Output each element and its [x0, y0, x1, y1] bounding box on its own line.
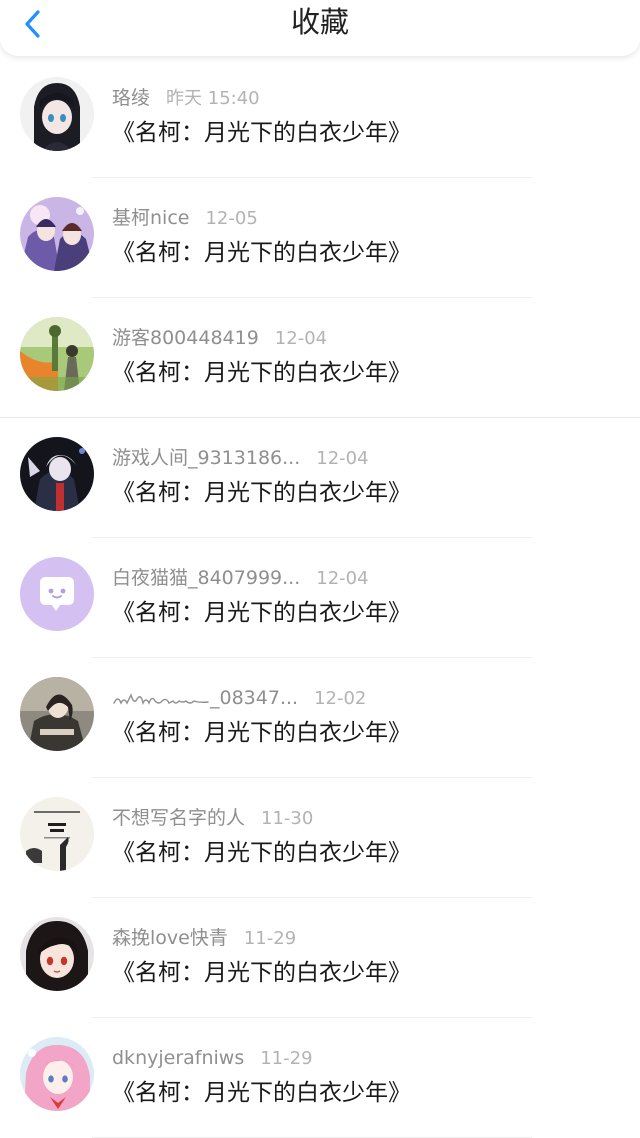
list-item[interactable]: 基柯nice 12-05 《名柯：月光下的白衣少年》 [0, 178, 640, 298]
item-meta: 不想写名字的人 11-30 [112, 805, 313, 831]
username[interactable]: 不想写名字的人 [112, 807, 245, 829]
anime-boy-white-hair-avatar-icon [20, 437, 94, 511]
list-item[interactable]: 游戏人间_9313186... 12-04 《名柯：月光下的白衣少年》 [0, 418, 640, 538]
timestamp: 12-04 [316, 448, 369, 469]
page-title: 收藏 [290, 5, 349, 39]
work-title[interactable]: 《名柯：月光下的白衣少年》 [112, 117, 411, 149]
favorites-list: 珞绫 昨天 15:40 《名柯：月光下的白衣少年》 基柯nice 12-05 《名柯… [0, 58, 640, 1138]
anime-girl-red-eyes-avatar-icon [20, 917, 94, 991]
work-title[interactable]: 《名柯：月光下的白衣少年》 [112, 357, 411, 389]
item-meta: 森挽love快青 11-29 [112, 925, 296, 951]
work-title[interactable]: 《名柯：月光下的白衣少年》 [112, 717, 411, 749]
item-meta: 基柯nice 12-05 [112, 205, 258, 231]
username[interactable]: 森挽love快青 [112, 927, 228, 949]
work-title[interactable]: 《名柯：月光下的白衣少年》 [112, 477, 411, 509]
list-item[interactable]: 珞绫 昨天 15:40 《名柯：月光下的白衣少年》 [0, 58, 640, 178]
username[interactable]: 珞绫 [112, 87, 150, 109]
list-item[interactable]: _08347... 12-02 《名柯：月光下的白衣少年》 [0, 658, 640, 778]
timestamp: 12-04 [274, 328, 328, 349]
signature-name-icon [113, 692, 209, 705]
username[interactable]: 游戏人间_9313186... [112, 447, 300, 469]
top-bar: 收藏 [0, 0, 640, 56]
anime-girl-dark-hair-avatar-icon [20, 77, 94, 151]
list-item[interactable]: 森挽love快青 11-29 《名柯：月光下的白衣少年》 [0, 898, 640, 1018]
item-meta: 游戏人间_9313186... 12-04 [112, 445, 369, 471]
item-meta: 白夜猫猫_8407999... 12-04 [112, 565, 369, 591]
work-title[interactable]: 《名柯：月光下的白衣少年》 [112, 597, 411, 629]
username[interactable]: _08347... [210, 687, 298, 709]
username[interactable]: 游客800448419 [112, 327, 259, 349]
item-meta: dknyjerafniws 11-29 [112, 1045, 313, 1071]
avatar[interactable] [20, 197, 94, 271]
anime-pink-hair-girl-avatar-icon [20, 1037, 94, 1111]
avatar[interactable] [20, 677, 94, 751]
item-meta: 游客800448419 12-04 [112, 325, 327, 351]
timestamp: 昨天 15:40 [166, 88, 260, 109]
work-title[interactable]: 《名柯：月光下的白衣少年》 [112, 1077, 411, 1109]
list-item[interactable]: 游客800448419 12-04 《名柯：月光下的白衣少年》 [0, 298, 640, 418]
avatar[interactable] [20, 437, 94, 511]
timestamp: 11-30 [261, 808, 314, 829]
username[interactable]: 基柯nice [112, 207, 189, 229]
timestamp: 11-29 [260, 1048, 313, 1069]
username[interactable]: 白夜猫猫_8407999... [112, 567, 300, 589]
list-item[interactable]: dknyjerafniws 11-29 《名柯：月光下的白衣少年》 [0, 1018, 640, 1138]
avatar[interactable] [20, 797, 94, 871]
default-chat-bubble-avatar-icon [20, 557, 94, 631]
avatar[interactable] [20, 557, 94, 631]
timestamp: 11-29 [243, 928, 297, 949]
text-poster-avatar-icon [20, 797, 94, 871]
avatar[interactable] [20, 1037, 94, 1111]
avatar[interactable] [20, 317, 94, 391]
work-title[interactable]: 《名柯：月光下的白衣少年》 [112, 957, 411, 989]
timestamp: 12-02 [314, 688, 367, 709]
anime-couple-avatar-icon [20, 197, 94, 271]
scenery-girl-avatar-icon [20, 317, 94, 391]
timestamp: 12-05 [205, 208, 258, 229]
item-meta: _08347... 12-02 [112, 685, 366, 711]
timestamp: 12-04 [316, 568, 369, 589]
username[interactable]: dknyjerafniws [112, 1047, 244, 1069]
work-title[interactable]: 《名柯：月光下的白衣少年》 [112, 837, 411, 869]
anime-girl-sitting-avatar-icon [20, 677, 94, 751]
avatar[interactable] [20, 917, 94, 991]
list-item[interactable]: 白夜猫猫_8407999... 12-04 《名柯：月光下的白衣少年》 [0, 538, 640, 658]
work-title[interactable]: 《名柯：月光下的白衣少年》 [112, 237, 411, 269]
item-meta: 珞绫 昨天 15:40 [112, 85, 260, 111]
list-item[interactable]: 不想写名字的人 11-30 《名柯：月光下的白衣少年》 [0, 778, 640, 898]
avatar[interactable] [20, 77, 94, 151]
